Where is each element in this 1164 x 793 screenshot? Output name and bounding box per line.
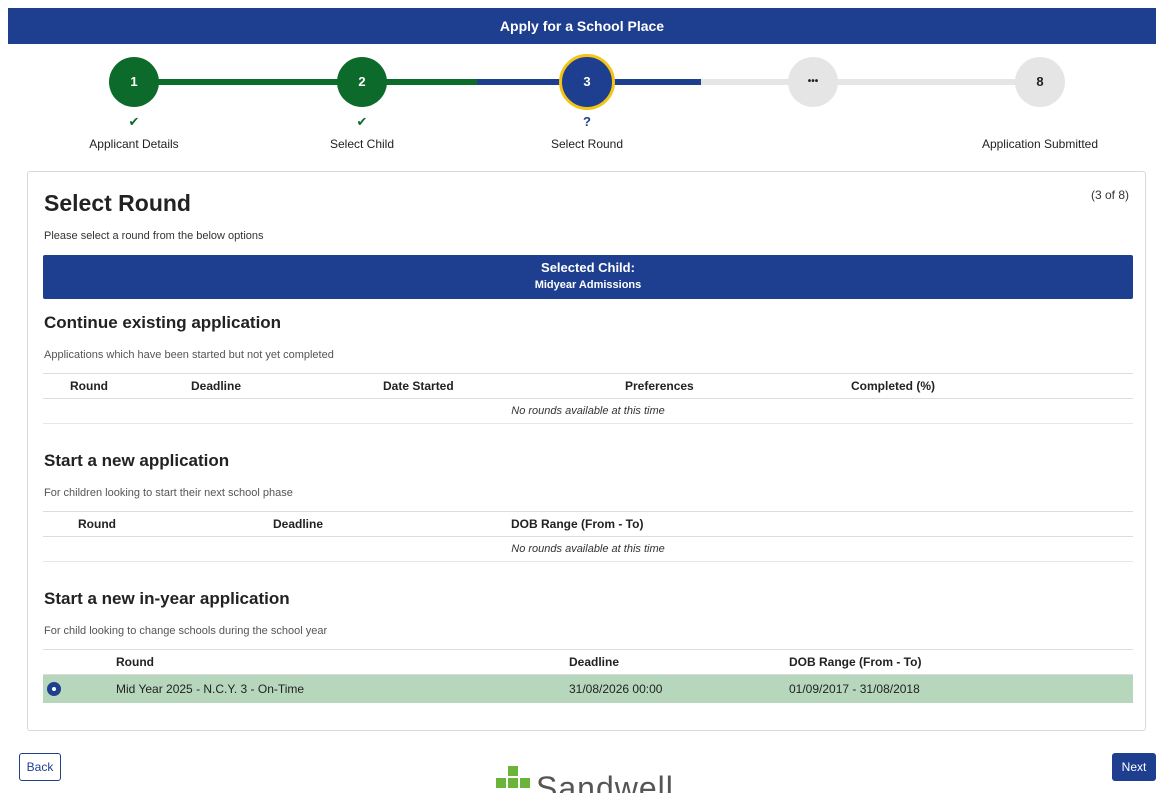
new-section-description: For children looking to start their next… <box>44 487 293 499</box>
inyear-applications-table: Round Deadline DOB Range (From - To) Mid… <box>43 649 1133 703</box>
step-connector <box>701 79 1040 85</box>
round-name: Mid Year 2025 - N.C.Y. 3 - On-Time <box>116 682 305 696</box>
inyear-section-description: For child looking to change schools duri… <box>44 625 328 637</box>
app-header: Apply for a School Place <box>8 8 1156 44</box>
step-3-label: Select Round <box>550 137 624 151</box>
sandwell-logo: Sandwell <box>494 766 694 793</box>
selected-child-banner: Selected Child: Midyear Admissions <box>43 255 1133 299</box>
table-row[interactable]: Mid Year 2025 - N.C.Y. 3 - On-Time 31/08… <box>43 675 1133 703</box>
table-header: Round Deadline DOB Range (From - To) <box>43 511 1133 537</box>
logo-text: Sandwell <box>536 770 674 793</box>
new-applications-table: Round Deadline DOB Range (From - To) No … <box>43 511 1133 562</box>
step-8-label: Application Submitted <box>981 137 1099 151</box>
round-dob-range: 01/09/2017 - 31/08/2018 <box>789 682 920 696</box>
step-2-circle[interactable]: 2 <box>337 57 387 107</box>
step-3-circle: 3 <box>559 54 615 110</box>
column-header: Deadline <box>273 517 324 531</box>
step-more-circle: ••• <box>788 57 838 107</box>
next-button[interactable]: Next <box>1112 753 1156 781</box>
round-radio-button[interactable] <box>47 682 61 696</box>
new-section-title: Start a new application <box>44 451 230 470</box>
round-deadline: 31/08/2026 00:00 <box>569 682 663 696</box>
table-header: Round Deadline DOB Range (From - To) <box>43 649 1133 675</box>
column-header: Round <box>116 655 154 669</box>
column-header: DOB Range (From - To) <box>511 517 644 531</box>
step-1-circle[interactable]: 1 <box>109 57 159 107</box>
inyear-section-title: Start a new in-year application <box>44 589 290 608</box>
column-header: Preferences <box>625 379 694 393</box>
column-header: Date Started <box>383 379 454 393</box>
select-round-card: Select Round (3 of 8) Please select a ro… <box>27 171 1146 731</box>
step-connector <box>134 79 362 85</box>
app-title: Apply for a School Place <box>499 18 665 34</box>
check-icon: ✔ <box>128 114 140 129</box>
empty-message: No rounds available at this time <box>43 537 1133 562</box>
step-2-label: Select Child <box>329 137 395 151</box>
column-header: Round <box>70 379 108 393</box>
empty-message: No rounds available at this time <box>43 399 1133 424</box>
step-count: (3 of 8) <box>1090 188 1129 202</box>
column-header: DOB Range (From - To) <box>789 655 922 669</box>
column-header: Deadline <box>191 379 242 393</box>
question-icon: ? <box>583 114 591 129</box>
check-icon: ✔ <box>356 114 368 129</box>
instruction-text: Please select a round from the below opt… <box>44 230 264 242</box>
page-title: Select Round <box>44 190 191 216</box>
step-8-circle: 8 <box>1015 57 1065 107</box>
back-button[interactable]: Back <box>19 753 61 781</box>
table-header: Round Deadline Date Started Preferences … <box>43 373 1133 399</box>
existing-section-description: Applications which have been started but… <box>44 349 334 361</box>
column-header: Completed (%) <box>851 379 935 393</box>
existing-applications-table: Round Deadline Date Started Preferences … <box>43 373 1133 424</box>
existing-section-title: Continue existing application <box>44 313 282 332</box>
selected-child-label: Selected Child: <box>541 260 635 275</box>
step-1-label: Applicant Details <box>89 137 179 151</box>
column-header: Round <box>78 517 116 531</box>
selected-child-name: Midyear Admissions <box>534 279 642 291</box>
column-header: Deadline <box>569 655 620 669</box>
